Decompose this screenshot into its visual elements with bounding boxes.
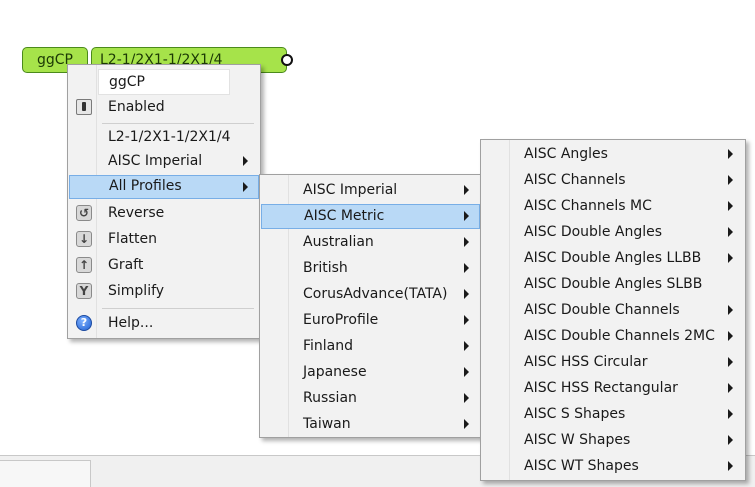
profile-item-corusadvance[interactable]: CorusAdvance(TATA) (262, 283, 479, 307)
toggle-icon (76, 99, 92, 115)
profile-item-australian[interactable]: Australian (262, 231, 479, 255)
submenu-arrow-icon (728, 149, 733, 159)
metric-item-channels[interactable]: AISC Channels (483, 169, 743, 193)
metric-item-hss-rectangular[interactable]: AISC HSS Rectangular (483, 377, 743, 401)
submenu-arrow-icon (728, 305, 733, 315)
submenu-arrow-icon (464, 185, 469, 195)
all-profiles-submenu: AISC Imperial AISC Metric Australian Bri… (259, 174, 482, 438)
submenu-arrow-icon (728, 175, 733, 185)
metric-item-w-shapes[interactable]: AISC W Shapes (483, 429, 743, 453)
metric-item-double-angles[interactable]: AISC Double Angles (483, 221, 743, 245)
metric-item-wt-shapes[interactable]: AISC WT Shapes (483, 455, 743, 479)
menu-item-current-profile[interactable]: L2-1/2X1-1/2X1/4 (70, 126, 258, 150)
submenu-arrow-icon (728, 253, 733, 263)
submenu-arrow-icon (464, 341, 469, 351)
profile-item-british[interactable]: British (262, 257, 479, 281)
menu-item-flatten[interactable]: ↓ Flatten (70, 228, 258, 252)
submenu-arrow-icon (464, 419, 469, 429)
flatten-icon: ↓ (76, 231, 92, 247)
submenu-arrow-icon (728, 201, 733, 211)
profile-item-aisc-metric[interactable]: AISC Metric (261, 204, 480, 229)
profile-item-japanese[interactable]: Japanese (262, 361, 479, 385)
submenu-arrow-icon (243, 182, 248, 192)
profile-item-russian[interactable]: Russian (262, 387, 479, 411)
submenu-arrow-icon (728, 357, 733, 367)
profile-item-finland[interactable]: Finland (262, 335, 479, 359)
submenu-arrow-icon (243, 156, 248, 166)
canvas-bottom-tab[interactable] (0, 460, 91, 487)
submenu-arrow-icon (464, 393, 469, 403)
metric-item-double-channels[interactable]: AISC Double Channels (483, 299, 743, 323)
graft-icon: ↑ (76, 257, 92, 273)
menu-item-aisc-imperial[interactable]: AISC Imperial (70, 150, 258, 174)
profile-item-taiwan[interactable]: Taiwan (262, 413, 479, 437)
metric-item-double-channels-2mc[interactable]: AISC Double Channels 2MC (483, 325, 743, 349)
aisc-metric-submenu: AISC Angles AISC Channels AISC Channels … (480, 139, 746, 481)
metric-item-double-angles-llbb[interactable]: AISC Double Angles LLBB (483, 247, 743, 271)
submenu-arrow-icon (728, 435, 733, 445)
submenu-arrow-icon (728, 383, 733, 393)
context-menu: ggCP Enabled L2-1/2X1-1/2X1/4 AISC Imper… (67, 64, 261, 339)
submenu-arrow-icon (464, 289, 469, 299)
output-grip-icon[interactable] (281, 54, 293, 66)
menu-item-reverse[interactable]: ↺ Reverse (70, 202, 258, 226)
menu-item-simplify[interactable]: Y Simplify (70, 280, 258, 304)
menu-separator (102, 123, 254, 124)
submenu-arrow-icon (728, 331, 733, 341)
submenu-arrow-icon (728, 227, 733, 237)
metric-item-s-shapes[interactable]: AISC S Shapes (483, 403, 743, 427)
reverse-icon: ↺ (76, 205, 92, 221)
submenu-arrow-icon (728, 409, 733, 419)
submenu-arrow-icon (464, 211, 469, 221)
menu-header: ggCP (98, 69, 230, 95)
submenu-arrow-icon (464, 367, 469, 377)
menu-separator (102, 308, 254, 309)
metric-item-hss-circular[interactable]: AISC HSS Circular (483, 351, 743, 375)
submenu-arrow-icon (728, 461, 733, 471)
menu-item-graft[interactable]: ↑ Graft (70, 254, 258, 278)
menu-item-all-profiles[interactable]: All Profiles (69, 175, 259, 199)
menu-item-enabled[interactable]: Enabled (70, 96, 258, 120)
menu-item-help[interactable]: ? Help... (70, 312, 258, 336)
metric-item-angles[interactable]: AISC Angles (483, 143, 743, 167)
submenu-arrow-icon (464, 315, 469, 325)
profile-item-europrofile[interactable]: EuroProfile (262, 309, 479, 333)
submenu-arrow-icon (464, 263, 469, 273)
simplify-icon: Y (76, 283, 92, 299)
submenu-arrow-icon (464, 237, 469, 247)
help-icon: ? (76, 315, 92, 331)
profile-item-aisc-imperial[interactable]: AISC Imperial (262, 179, 479, 203)
metric-item-double-angles-slbb[interactable]: AISC Double Angles SLBB (483, 273, 743, 297)
metric-item-channels-mc[interactable]: AISC Channels MC (483, 195, 743, 219)
